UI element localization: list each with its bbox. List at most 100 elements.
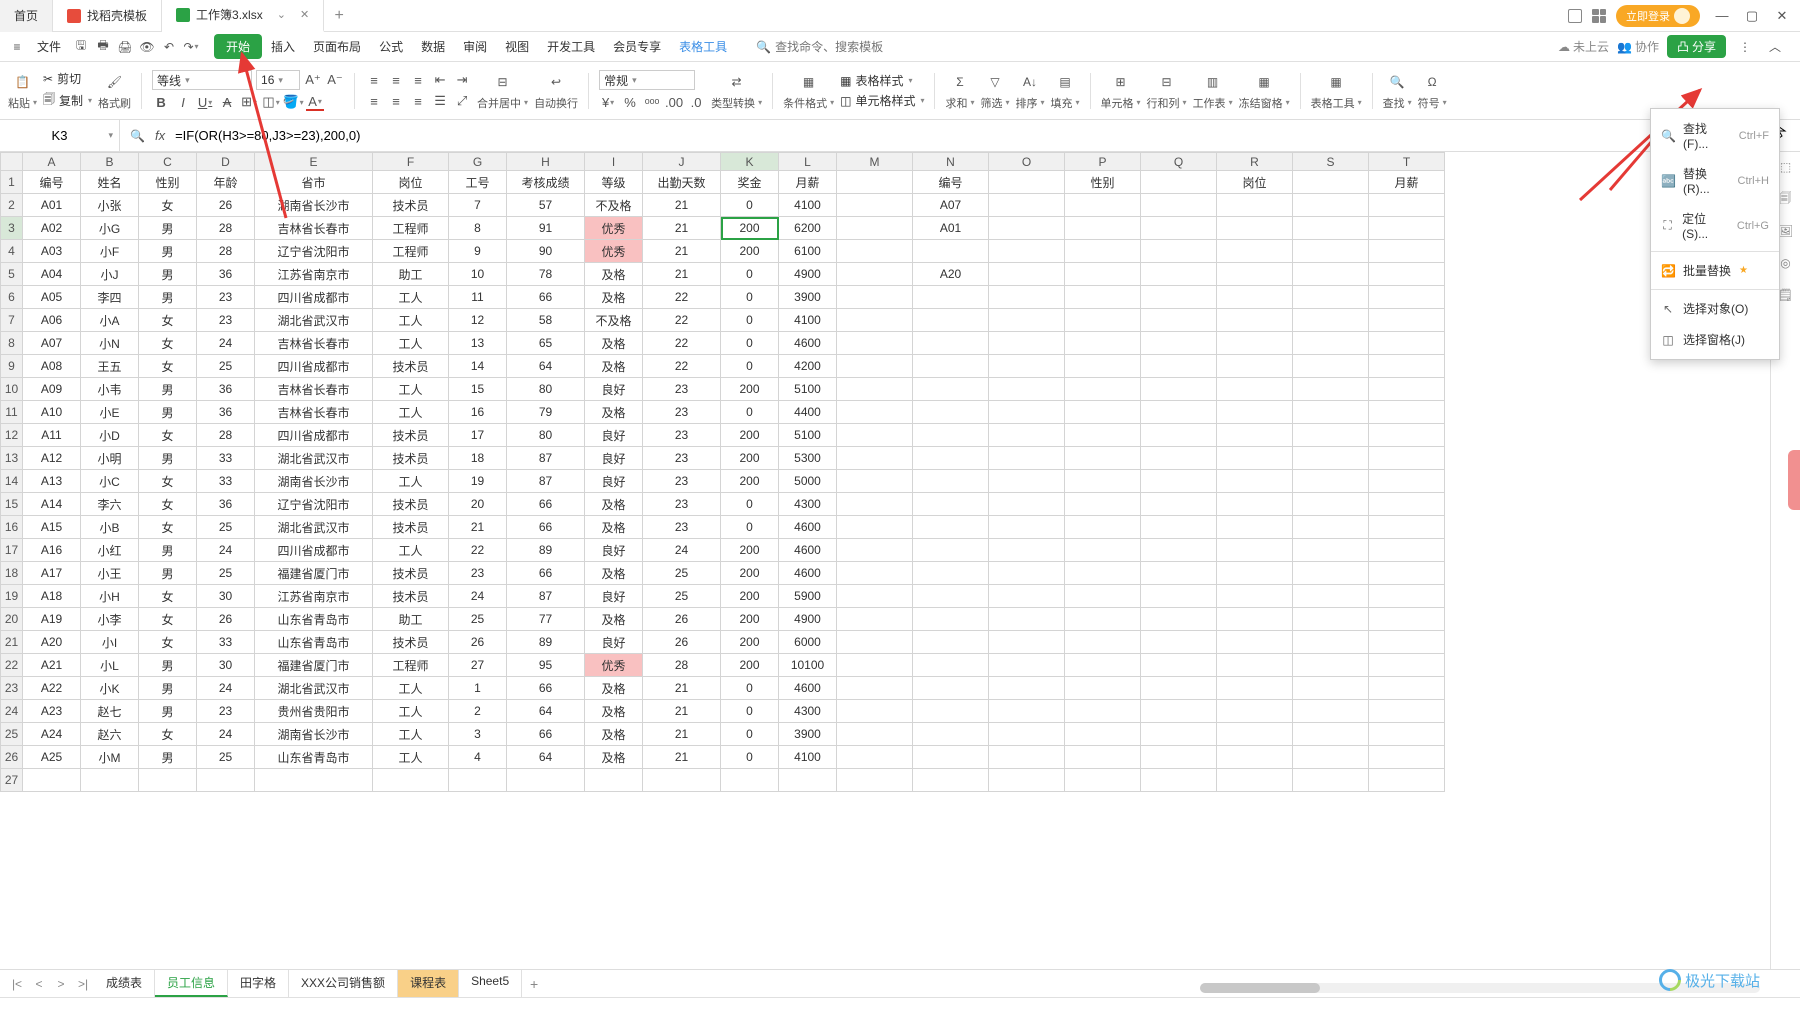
cell[interactable]: A20 xyxy=(913,263,989,286)
cell[interactable] xyxy=(1141,769,1217,792)
cell[interactable]: 90 xyxy=(507,240,585,263)
col-header[interactable]: T xyxy=(1369,153,1445,171)
name-box-input[interactable] xyxy=(20,128,100,143)
sheet-nav-first[interactable]: |< xyxy=(6,977,28,991)
cell[interactable]: 21 xyxy=(643,700,721,723)
cell[interactable]: A12 xyxy=(23,447,81,470)
cell[interactable]: 女 xyxy=(139,631,197,654)
cell[interactable] xyxy=(1293,332,1369,355)
cond-format[interactable]: ▦条件格式▾ xyxy=(783,62,834,119)
cell[interactable]: 21 xyxy=(643,263,721,286)
cell[interactable]: 4900 xyxy=(779,608,837,631)
cell[interactable]: 0 xyxy=(721,309,779,332)
cell[interactable] xyxy=(989,700,1065,723)
cell[interactable] xyxy=(837,677,913,700)
cell[interactable]: 小L xyxy=(81,654,139,677)
cell[interactable] xyxy=(1217,355,1293,378)
cell[interactable]: 良好 xyxy=(585,378,643,401)
cell[interactable]: 女 xyxy=(139,585,197,608)
sheet-tab[interactable]: 课程表 xyxy=(398,970,459,997)
cell[interactable] xyxy=(1141,217,1217,240)
cell[interactable]: 22 xyxy=(643,309,721,332)
cell[interactable]: 200 xyxy=(721,240,779,263)
print-preview-icon[interactable]: 🖨 xyxy=(114,36,136,58)
percent-icon[interactable]: % xyxy=(621,93,639,111)
cell[interactable] xyxy=(1141,263,1217,286)
cell[interactable] xyxy=(1293,539,1369,562)
row-header[interactable]: 17 xyxy=(1,539,23,562)
cell[interactable]: 26 xyxy=(643,608,721,631)
cell[interactable]: 小J xyxy=(81,263,139,286)
row-header[interactable]: 3 xyxy=(1,217,23,240)
sum[interactable]: Σ求和▾ xyxy=(945,62,974,119)
cell[interactable]: 24 xyxy=(449,585,507,608)
header-cell[interactable] xyxy=(989,171,1065,194)
cell[interactable] xyxy=(913,539,989,562)
col-header[interactable]: I xyxy=(585,153,643,171)
cell[interactable]: 58 xyxy=(507,309,585,332)
menu-view[interactable]: 视图 xyxy=(496,34,538,59)
cell[interactable]: 200 xyxy=(721,424,779,447)
col-header[interactable]: K xyxy=(721,153,779,171)
sheet-tab[interactable]: Sheet5 xyxy=(459,970,522,997)
cell[interactable] xyxy=(1065,217,1141,240)
layout-icon[interactable] xyxy=(1568,9,1582,23)
cell[interactable]: 22 xyxy=(643,286,721,309)
cell[interactable] xyxy=(913,493,989,516)
row-header[interactable]: 27 xyxy=(1,769,23,792)
cell[interactable]: 小李 xyxy=(81,608,139,631)
menu-start[interactable]: 开始 xyxy=(214,34,262,59)
cell[interactable] xyxy=(913,332,989,355)
cell[interactable]: A04 xyxy=(23,263,81,286)
col-header[interactable]: A xyxy=(23,153,81,171)
col-header[interactable]: M xyxy=(837,153,913,171)
cell[interactable]: 80 xyxy=(507,424,585,447)
cell[interactable] xyxy=(1217,286,1293,309)
cell[interactable]: 工程师 xyxy=(373,217,449,240)
cell[interactable] xyxy=(1141,470,1217,493)
cell[interactable] xyxy=(1293,654,1369,677)
cell[interactable] xyxy=(1369,585,1445,608)
row-header[interactable]: 24 xyxy=(1,700,23,723)
cell[interactable]: 良好 xyxy=(585,585,643,608)
cell[interactable]: 辽宁省沈阳市 xyxy=(255,493,373,516)
cell[interactable]: 女 xyxy=(139,424,197,447)
menu-review[interactable]: 审阅 xyxy=(454,34,496,59)
cell[interactable] xyxy=(1369,769,1445,792)
cell[interactable] xyxy=(989,746,1065,769)
cell[interactable] xyxy=(1141,562,1217,585)
cell[interactable]: A05 xyxy=(23,286,81,309)
cloud-status[interactable]: ☁未上云 xyxy=(1558,38,1609,55)
cell[interactable] xyxy=(1141,355,1217,378)
cell[interactable] xyxy=(837,194,913,217)
cell-group[interactable]: ⊞单元格▾ xyxy=(1101,62,1141,119)
cell[interactable] xyxy=(1141,654,1217,677)
cell[interactable]: 男 xyxy=(139,263,197,286)
row-header[interactable]: 18 xyxy=(1,562,23,585)
cell[interactable] xyxy=(1293,194,1369,217)
row-header[interactable]: 14 xyxy=(1,470,23,493)
cell[interactable] xyxy=(837,309,913,332)
cell[interactable] xyxy=(837,470,913,493)
cell[interactable]: 26 xyxy=(643,631,721,654)
cell[interactable]: 0 xyxy=(721,746,779,769)
cell[interactable]: 0 xyxy=(721,516,779,539)
cell[interactable]: 工人 xyxy=(373,378,449,401)
cell[interactable]: 5100 xyxy=(779,424,837,447)
cell[interactable]: 25 xyxy=(197,355,255,378)
cell[interactable]: 福建省厦门市 xyxy=(255,562,373,585)
scrollbar-thumb[interactable] xyxy=(1200,983,1320,993)
cell[interactable]: 小M xyxy=(81,746,139,769)
cell[interactable]: 男 xyxy=(139,539,197,562)
font-increase-icon[interactable]: A⁺ xyxy=(304,71,322,89)
cell[interactable]: A21 xyxy=(23,654,81,677)
cell[interactable] xyxy=(1065,355,1141,378)
cell[interactable]: 200 xyxy=(721,654,779,677)
cell[interactable] xyxy=(1293,447,1369,470)
cell[interactable] xyxy=(1217,493,1293,516)
col-header[interactable]: C xyxy=(139,153,197,171)
cell[interactable]: 吉林省长春市 xyxy=(255,401,373,424)
cell[interactable] xyxy=(989,631,1065,654)
cell[interactable]: 66 xyxy=(507,286,585,309)
cell[interactable]: A19 xyxy=(23,608,81,631)
